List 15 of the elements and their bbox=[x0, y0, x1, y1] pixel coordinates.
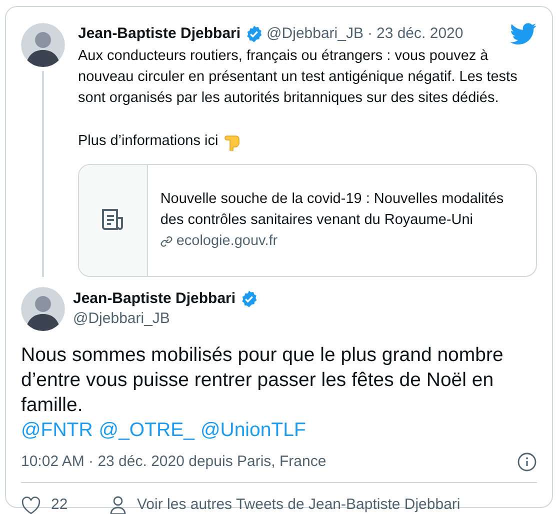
tweet-date[interactable]: 23 déc. 2020 bbox=[376, 23, 464, 46]
more-tweets-link[interactable]: Voir les autres Tweets de Jean-Baptiste Djebbari bbox=[137, 494, 460, 514]
tweet-timestamp[interactable]: 10:02 AM · 23 déc. 2020 depuis Paris, France bbox=[21, 450, 326, 473]
tweet-text: Aux conducteurs routiers, français ou étrangers : vous pouvez à nouveau circuler en présentant un test antigénique négatif. Les tests sont organisés par les autorités britanniques sur des sites dédiés. bbox=[78, 48, 518, 106]
link-title: Nouvelle souche de la covid-19 : Nouvelles modalités des contrôles sanitaires venant du Royaume-Uni bbox=[160, 190, 505, 230]
tweet-text: Plus d’informations ici bbox=[78, 132, 218, 150]
author-handle[interactable]: @Djebbari_JB bbox=[266, 23, 364, 46]
link-domain: ecologie.gouv.fr bbox=[176, 232, 278, 250]
author-handle[interactable]: @Djebbari_JB bbox=[73, 308, 258, 328]
separator-dot: · bbox=[367, 24, 372, 44]
tweet-text: Nous sommes mobilisés pour que le plus grand nombre d’entre vous puisse rentrer passer les fêtes de Noël en famille. bbox=[21, 342, 504, 418]
like-count[interactable]: 22 bbox=[51, 494, 109, 514]
link-card[interactable]: Nouvelle souche de la covid-19 : Nouvelles modalités des contrôles sanitaires venant du Royaume-Uni ecologie.gouv.fr bbox=[78, 164, 537, 276]
author-name[interactable]: Jean-Baptiste Djebbari bbox=[78, 23, 241, 46]
author-name[interactable]: Jean-Baptiste Djebbari bbox=[73, 288, 236, 308]
